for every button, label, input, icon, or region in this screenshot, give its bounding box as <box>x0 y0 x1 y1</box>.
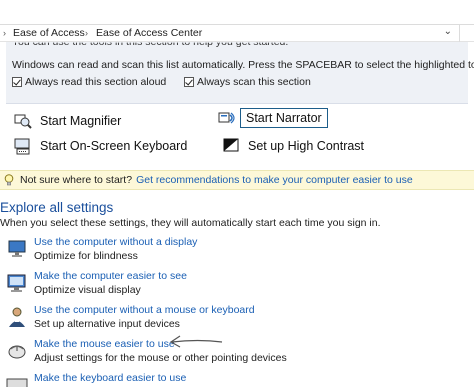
get-recommendations-link[interactable]: Get recommendations to make your compute… <box>136 174 413 186</box>
checkbox-checked-icon[interactable] <box>12 77 22 87</box>
setting-link[interactable]: Make the keyboard easier to use <box>34 372 186 384</box>
breadcrumb-ease-of-access-center[interactable]: Ease of Access Center <box>96 27 202 39</box>
setting-description: Optimize for blindness <box>34 250 138 262</box>
setting-description: Adjust settings for the mouse or other p… <box>34 352 287 364</box>
setting-link[interactable]: Use the computer without a mouse or keyb… <box>34 304 255 316</box>
start-narrator-label: Start Narrator <box>240 108 328 128</box>
address-bar[interactable]: › Ease of Access › Ease of Access Center… <box>0 24 474 43</box>
high-contrast-icon <box>223 138 239 152</box>
breadcrumb-ease-of-access[interactable]: Ease of Access <box>13 27 85 39</box>
explore-heading: Explore all settings <box>0 200 114 215</box>
setting-link[interactable]: Use the computer without a display <box>34 236 197 248</box>
checkbox-checked-icon[interactable] <box>184 77 194 87</box>
list-item[interactable]: Use the computer without a mouse or keyb… <box>6 304 466 334</box>
start-on-screen-keyboard-label: Start On-Screen Keyboard <box>40 139 188 153</box>
list-item[interactable]: Make the keyboard easier to use <box>6 372 466 387</box>
list-item[interactable]: Use the computer without a display Optim… <box>6 236 466 266</box>
quick-access-panel: You can use the tools in this section to… <box>6 42 474 104</box>
address-dropdown-icon[interactable]: ⌄ <box>444 26 452 37</box>
start-on-screen-keyboard-button[interactable]: Start On-Screen Keyboard <box>14 137 187 155</box>
always-scan-checkbox[interactable]: Always scan this section <box>184 76 311 88</box>
person-icon <box>9 307 25 327</box>
start-magnifier-button[interactable]: Start Magnifier <box>14 112 121 130</box>
recommendation-bar: Not sure where to start? Get recommendat… <box>0 170 474 190</box>
monitor-icon <box>7 274 26 292</box>
address-divider <box>459 25 460 43</box>
set-up-high-contrast-button[interactable]: Set up High Contrast <box>222 137 364 155</box>
setting-link[interactable]: Make the computer easier to see <box>34 270 187 282</box>
annotation-arrow-icon <box>169 335 223 348</box>
breadcrumb-chevron-icon: › <box>85 28 88 38</box>
start-narrator-button[interactable]: Start Narrator <box>218 108 328 128</box>
setting-link[interactable]: Make the mouse easier to use <box>34 338 175 350</box>
panel-scan-text: Windows can read and scan this list auto… <box>12 59 474 71</box>
magnifier-icon <box>14 114 32 129</box>
narrator-icon <box>218 112 235 124</box>
keyboard-icon <box>6 378 28 387</box>
always-read-label: Always read this section aloud <box>25 76 167 88</box>
list-item[interactable]: Make the computer easier to see Optimize… <box>6 270 466 300</box>
mouse-icon <box>8 345 26 359</box>
setting-description: Set up alternative input devices <box>34 318 180 330</box>
set-up-high-contrast-label: Set up High Contrast <box>248 139 365 153</box>
display-icon <box>8 240 26 257</box>
setting-description: Optimize visual display <box>34 284 141 296</box>
lightbulb-icon <box>4 174 14 186</box>
list-item[interactable]: Make the mouse easier to use Adjust sett… <box>6 338 466 368</box>
breadcrumb-chevron-icon: › <box>3 28 6 38</box>
not-sure-text: Not sure where to start? <box>20 174 133 186</box>
keyboard-icon <box>14 138 30 155</box>
always-read-checkbox[interactable]: Always read this section aloud <box>12 76 166 88</box>
start-magnifier-label: Start Magnifier <box>40 114 122 128</box>
always-scan-label: Always scan this section <box>197 76 311 88</box>
explore-subtitle: When you select these settings, they wil… <box>0 217 381 229</box>
